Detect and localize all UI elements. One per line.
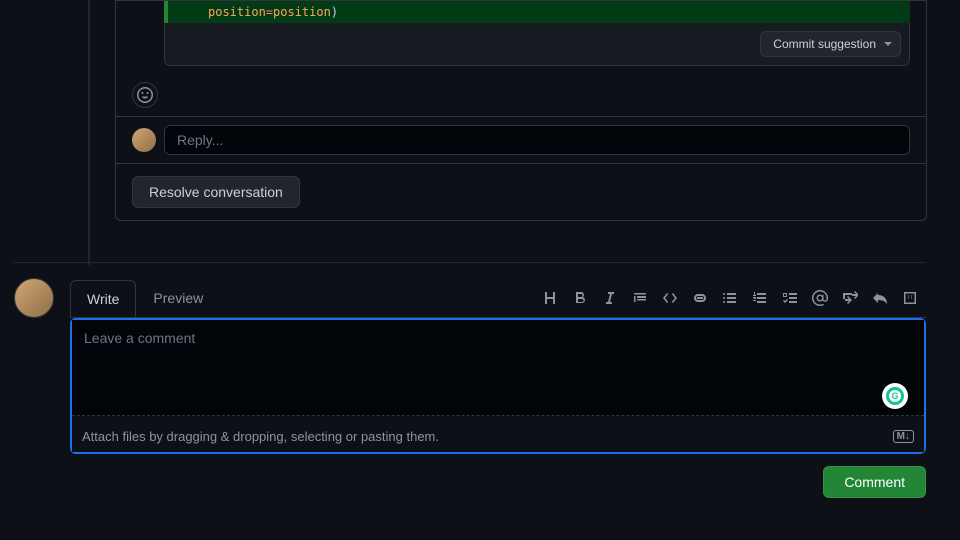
link-icon[interactable]	[692, 290, 708, 306]
comment-area: Write Preview G	[14, 278, 926, 498]
avatar	[14, 278, 54, 318]
footer-row: Comment	[70, 466, 926, 498]
markdown-icon[interactable]: M↓	[893, 430, 914, 443]
italic-icon[interactable]	[602, 290, 618, 306]
grammarly-icon[interactable]: G	[882, 383, 908, 409]
tab-preview[interactable]: Preview	[136, 279, 220, 316]
code-icon[interactable]	[662, 290, 678, 306]
formatting-toolbar	[542, 290, 926, 306]
reply-row	[116, 116, 926, 163]
avatar	[132, 128, 156, 152]
suggestion-box: position=position) Commit suggestion	[164, 1, 910, 66]
mention-icon[interactable]	[812, 290, 828, 306]
attach-hint: Attach files by dragging & dropping, sel…	[82, 429, 439, 444]
comment-textarea[interactable]	[72, 320, 924, 416]
expand-icon[interactable]	[902, 290, 918, 306]
tab-header: Write Preview	[70, 278, 926, 318]
resolve-row: Resolve conversation	[116, 163, 926, 220]
bold-icon[interactable]	[572, 290, 588, 306]
commit-suggestion-button[interactable]: Commit suggestion	[760, 31, 901, 57]
quote-icon[interactable]	[632, 290, 648, 306]
tasklist-icon[interactable]	[782, 290, 798, 306]
cross-reference-icon[interactable]	[842, 290, 858, 306]
tab-write[interactable]: Write	[70, 280, 136, 317]
resolve-conversation-button[interactable]: Resolve conversation	[132, 176, 300, 208]
smiley-icon	[137, 87, 153, 103]
suggestion-footer: Commit suggestion	[164, 23, 910, 66]
comment-button[interactable]: Comment	[823, 466, 926, 498]
heading-icon[interactable]	[542, 290, 558, 306]
attach-row[interactable]: Attach files by dragging & dropping, sel…	[72, 421, 924, 452]
code-line: position=position)	[164, 1, 910, 23]
reply-input[interactable]	[164, 125, 910, 155]
comment-body: G Attach files by dragging & dropping, s…	[70, 318, 926, 454]
unordered-list-icon[interactable]	[722, 290, 738, 306]
reaction-row	[116, 74, 926, 116]
reply-icon[interactable]	[872, 290, 888, 306]
conversation-card: position=position) Commit suggestion Res…	[115, 0, 927, 221]
divider	[14, 262, 926, 263]
ordered-list-icon[interactable]	[752, 290, 768, 306]
add-reaction-button[interactable]	[132, 82, 158, 108]
